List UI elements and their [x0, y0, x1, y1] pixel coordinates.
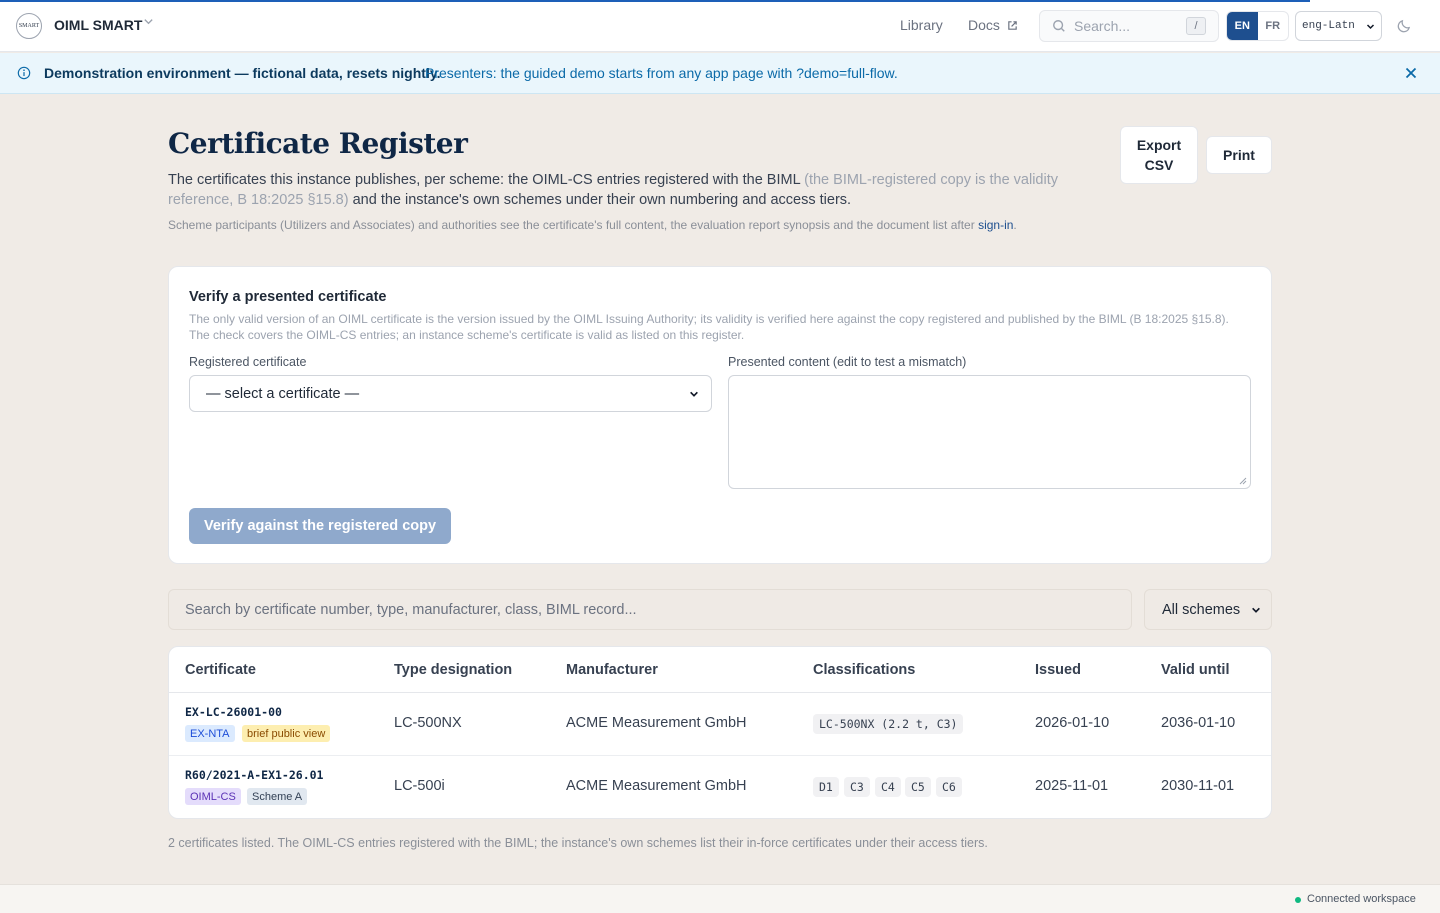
chevron-down-icon	[1252, 607, 1260, 613]
script-select[interactable]: eng-Latn	[1295, 11, 1382, 41]
registered-certificate-label: Registered certificate	[189, 355, 307, 369]
page-description: The certificates this instance publishes…	[168, 172, 1058, 208]
verify-card-title: Verify a presented certificate	[189, 289, 387, 305]
scheme-filter-select[interactable]: All schemes	[1144, 589, 1272, 630]
classification-chip: C6	[936, 777, 962, 797]
oiml-logo[interactable]: SMART	[16, 13, 42, 39]
export-csv-button[interactable]: Export CSV	[1120, 126, 1198, 184]
access-note: Scheme participants (Utilizers and Assoc…	[168, 218, 1017, 232]
issued-date: 2025-11-01	[1035, 778, 1109, 794]
connection-status-dot	[1295, 897, 1301, 903]
column-header-manufacturer[interactable]: Manufacturer	[566, 662, 658, 678]
classification-chip: D1	[813, 777, 839, 797]
language-fr-button[interactable]: FR	[1258, 12, 1289, 40]
language-switcher: EN FR	[1226, 11, 1289, 41]
nav-library-link[interactable]: Library	[900, 17, 943, 33]
print-button[interactable]: Print	[1206, 136, 1272, 174]
close-banner-icon[interactable]	[1404, 66, 1418, 80]
manufacturer: ACME Measurement GmbH	[566, 778, 747, 794]
scheme-tag: Scheme A	[247, 788, 308, 805]
app-title[interactable]: OIML SMART	[54, 17, 142, 33]
demo-banner: Demonstration environment — fictional da…	[0, 53, 1440, 94]
issued-date: 2026-01-10	[1035, 715, 1110, 731]
chevron-down-icon	[690, 391, 698, 397]
registered-certificate-select[interactable]: — select a certificate —	[189, 375, 712, 412]
column-header-type[interactable]: Type designation	[394, 662, 512, 678]
info-icon	[17, 66, 31, 80]
column-header-certificate[interactable]: Certificate	[185, 662, 256, 678]
search-icon	[1053, 20, 1065, 32]
nav-docs-link[interactable]: Docs	[968, 17, 1018, 33]
status-bar: Connected workspace	[0, 884, 1440, 913]
type-designation: LC-500NX	[394, 715, 462, 731]
sign-in-link[interactable]: sign-in	[978, 218, 1013, 232]
column-header-valid-until[interactable]: Valid until	[1161, 662, 1229, 678]
type-designation: LC-500i	[394, 778, 445, 794]
certificate-number-link[interactable]: EX-LC-26001-00	[185, 705, 282, 719]
scheme-tag: OIML-CS	[185, 788, 241, 805]
access-tier-tag: brief public view	[242, 725, 331, 742]
classification-chip: LC-500NX (2.2 t, C3)	[813, 714, 964, 734]
column-header-issued[interactable]: Issued	[1035, 662, 1081, 678]
page-title: Certificate Register	[168, 127, 468, 160]
verify-certificate-card: Verify a presented certificate The only …	[168, 266, 1272, 564]
table-summary: 2 certificates listed. The OIML-CS entri…	[168, 836, 988, 850]
top-navigation: SMART OIML SMART Library Docs Search... …	[0, 0, 1440, 52]
loading-progress-bar	[0, 0, 1310, 2]
resize-handle-icon[interactable]	[1239, 477, 1247, 485]
certificate-number-link[interactable]: R60/2021-A-EX1-26.01	[185, 768, 323, 782]
external-link-icon	[1008, 21, 1017, 30]
classification-chip: C4	[875, 777, 901, 797]
search-placeholder: Search...	[1074, 18, 1131, 34]
banner-headline: Demonstration environment — fictional da…	[44, 65, 441, 81]
language-en-button[interactable]: EN	[1227, 12, 1258, 40]
register-search-input[interactable]: Search by certificate number, type, manu…	[168, 589, 1132, 630]
valid-until-date: 2036-01-10	[1161, 715, 1236, 731]
certificate-table: Certificate Type designation Manufacture…	[168, 646, 1272, 819]
header-divider	[169, 692, 1271, 693]
valid-until-date: 2030-11-01	[1161, 778, 1235, 794]
banner-detail: Presenters: the guided demo starts from …	[425, 65, 898, 81]
verify-button[interactable]: Verify against the registered copy	[189, 508, 451, 544]
presented-content-textarea[interactable]	[728, 375, 1251, 489]
verify-card-description: The only valid version of an OIML certif…	[189, 312, 1229, 342]
presented-content-label: Presented content (edit to test a mismat…	[728, 355, 967, 369]
connection-status: Connected workspace	[1307, 893, 1416, 905]
chevron-down-icon	[1366, 23, 1375, 29]
classification-chip: C3	[844, 777, 870, 797]
dark-mode-toggle-icon[interactable]	[1396, 17, 1413, 39]
row-divider	[169, 755, 1271, 756]
global-search-input[interactable]: Search... /	[1039, 10, 1219, 42]
column-header-classifications[interactable]: Classifications	[813, 662, 915, 678]
manufacturer: ACME Measurement GmbH	[566, 715, 747, 731]
chevron-down-icon[interactable]	[143, 16, 154, 30]
scheme-tag: EX-NTA	[185, 725, 235, 742]
search-shortcut-key: /	[1186, 17, 1206, 35]
classification-chip: C5	[905, 777, 931, 797]
